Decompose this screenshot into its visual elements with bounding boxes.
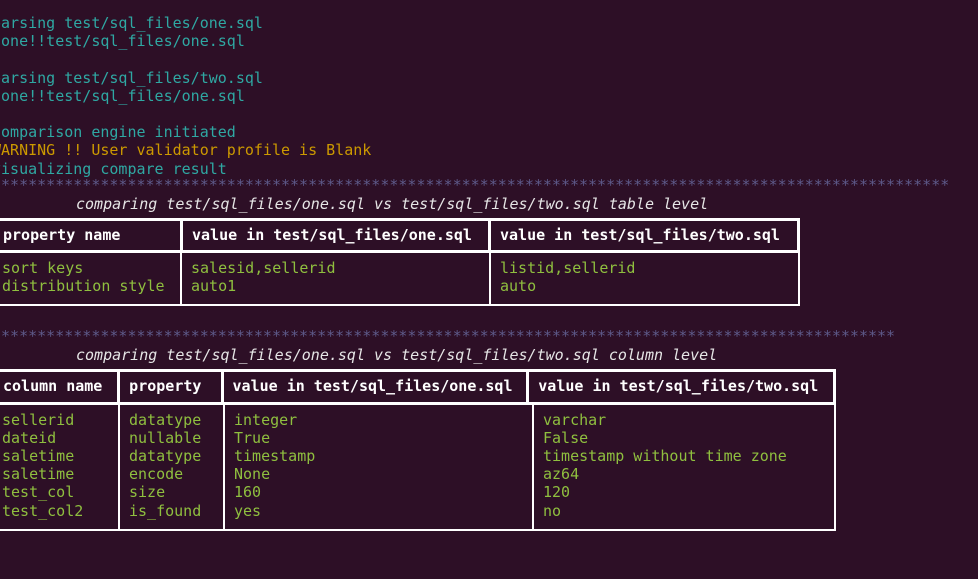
table-level-body: sort keysdistribution style salesid,sell…: [0, 253, 800, 306]
log-line-warning: WARNING !! User validator profile is Bla…: [0, 141, 969, 159]
table-cell: test_col: [2, 483, 109, 501]
table-cell: integer: [234, 411, 523, 429]
table-level-header-row: property name value in test/sql_files/on…: [0, 218, 800, 253]
table-cell: az64: [543, 465, 825, 483]
table-cell: listid,sellerid: [500, 259, 789, 277]
log-line-visualizing: visualizing compare result: [0, 160, 969, 178]
table-cell: encode: [129, 465, 214, 483]
log-line-parse-one-start: parsing test/sql_files/one.sql: [0, 14, 969, 32]
table-level-col-value-two: listid,selleridauto: [489, 253, 798, 304]
table-cell: no: [543, 502, 825, 520]
terminal-screen: parsing test/sql_files/one.sqldone!!test…: [0, 0, 969, 579]
table-cell: datatype: [129, 447, 214, 465]
table-cell: 160: [234, 483, 523, 501]
table-cell: False: [543, 429, 825, 447]
column-level-title: comparing test/sql_files/one.sql vs test…: [0, 346, 969, 364]
table-cell: saletime: [2, 465, 109, 483]
table-cell: datatype: [129, 411, 214, 429]
column-level-table: column name property value in test/sql_f…: [0, 369, 836, 530]
log-line-parse-two-start: parsing test/sql_files/two.sql: [0, 69, 969, 87]
column-level-col-property: datatypenullabledatatypeencodesizeis_fou…: [118, 405, 223, 529]
log-blank-line: [0, 50, 969, 68]
table-level-header-value-one: value in test/sql_files/one.sql: [180, 221, 488, 250]
table-cell: sellerid: [2, 411, 109, 429]
column-level-body: selleriddateidsaletimesaletimetest_colte…: [0, 405, 836, 531]
table-cell: test_col2: [2, 502, 109, 520]
column-level-header-value-two: value in test/sql_files/two.sql: [526, 372, 833, 401]
table-cell: 120: [543, 483, 825, 501]
separator-table-level: ****************************************…: [0, 178, 969, 193]
table-cell: saletime: [2, 447, 109, 465]
separator-column-level: ****************************************…: [0, 329, 969, 344]
table-cell: size: [129, 483, 214, 501]
table-cell: dateid: [2, 429, 109, 447]
table-cell: auto1: [191, 277, 480, 295]
column-level-col-value-two: varcharFalsetimestamp without time zonea…: [532, 405, 834, 529]
table-cell: nullable: [129, 429, 214, 447]
table-level-col-value-one: salesid,selleridauto1: [180, 253, 489, 304]
column-level-section: ****************************************…: [0, 329, 969, 530]
column-level-header-property: property: [117, 372, 220, 401]
table-level-header-value-two: value in test/sql_files/two.sql: [488, 221, 797, 250]
table-cell: None: [234, 465, 523, 483]
log-blank-line: [0, 105, 969, 123]
column-level-header-value-one: value in test/sql_files/one.sql: [221, 372, 527, 401]
table-cell: auto: [500, 277, 789, 295]
table-cell: True: [234, 429, 523, 447]
column-level-col-column-name: selleriddateidsaletimesaletimetest_colte…: [0, 405, 118, 529]
table-cell: sort keys: [2, 259, 171, 277]
table-cell: is_found: [129, 502, 214, 520]
table-cell: yes: [234, 502, 523, 520]
log-line-engine-init: comparison engine initiated: [0, 123, 969, 141]
table-cell: salesid,sellerid: [191, 259, 480, 277]
column-level-header-column-name: column name: [0, 372, 117, 401]
table-level-col-property-name: sort keysdistribution style: [0, 253, 180, 304]
table-cell: timestamp: [234, 447, 523, 465]
table-level-header-property-name: property name: [0, 221, 180, 250]
log-output: parsing test/sql_files/one.sqldone!!test…: [0, 14, 969, 178]
log-line-parse-two-done: done!!test/sql_files/one.sql: [0, 87, 969, 105]
table-level-title: comparing test/sql_files/one.sql vs test…: [0, 195, 969, 213]
column-level-header-row: column name property value in test/sql_f…: [0, 369, 836, 404]
table-cell: timestamp without time zone: [543, 447, 825, 465]
table-cell: varchar: [543, 411, 825, 429]
log-line-parse-one-done: done!!test/sql_files/one.sql: [0, 32, 969, 50]
column-level-col-value-one: integerTruetimestampNone160yes: [223, 405, 532, 529]
table-level-table: property name value in test/sql_files/on…: [0, 218, 800, 306]
table-cell: distribution style: [2, 277, 171, 295]
table-level-section: ****************************************…: [0, 178, 969, 306]
